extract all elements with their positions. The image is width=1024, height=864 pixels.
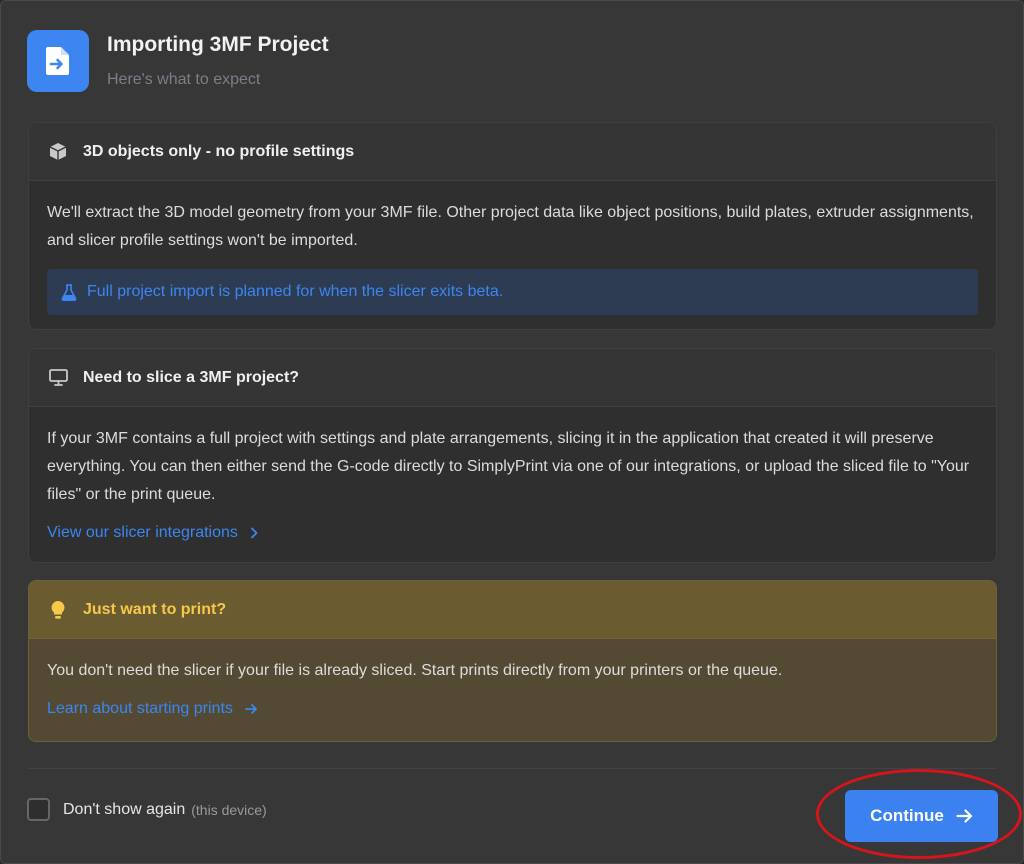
file-import-icon — [27, 30, 89, 92]
card-description: We'll extract the 3D model geometry from… — [47, 204, 974, 249]
checkbox-label: Don't show again — [63, 800, 186, 818]
checkbox-box[interactable] — [27, 798, 50, 821]
footer-divider — [28, 768, 997, 769]
continue-button[interactable]: Continue — [845, 790, 998, 842]
continue-label: Continue — [870, 806, 944, 825]
slicer-integrations-link[interactable]: View our slicer integrations — [47, 519, 258, 547]
cube-icon — [48, 142, 68, 162]
monitor-icon — [48, 368, 68, 388]
dialog-title: Importing 3MF Project — [107, 33, 329, 56]
beta-info-box: Full project import is planned for when … — [47, 269, 978, 315]
card-title: 3D objects only - no profile settings — [83, 142, 355, 160]
card-header: Need to slice a 3MF project? — [29, 349, 996, 407]
flask-icon — [61, 283, 77, 301]
import-3mf-dialog: Importing 3MF Project Here's what to exp… — [0, 0, 1024, 864]
slice-project-card: Need to slice a 3MF project? If your 3MF… — [28, 348, 997, 563]
lightbulb-icon — [48, 600, 68, 620]
dialog-header: Importing 3MF Project Here's what to exp… — [27, 30, 329, 92]
beta-info-text: Full project import is planned for when … — [87, 283, 504, 300]
card-description: If your 3MF contains a full project with… — [47, 430, 970, 503]
card-title: Just want to print? — [83, 600, 227, 618]
card-header: Just want to print? — [29, 581, 996, 639]
dont-show-again-checkbox[interactable]: Don't show again (this device) — [27, 798, 267, 821]
arrow-right-icon — [244, 703, 258, 715]
link-label: View our slicer integrations — [47, 524, 238, 541]
card-title: Need to slice a 3MF project? — [83, 368, 300, 386]
checkbox-hint: (this device) — [191, 801, 267, 818]
just-print-card: Just want to print? You don't need the s… — [28, 580, 997, 742]
chevron-right-icon — [250, 527, 258, 539]
card-description: You don't need the slicer if your file i… — [47, 662, 783, 679]
arrow-right-icon — [956, 809, 973, 823]
starting-prints-link[interactable]: Learn about starting prints — [47, 695, 258, 723]
objects-only-card: 3D objects only - no profile settings We… — [28, 122, 997, 330]
card-header: 3D objects only - no profile settings — [29, 123, 996, 181]
link-label: Learn about starting prints — [47, 700, 233, 717]
dialog-subtitle: Here's what to expect — [107, 71, 261, 88]
